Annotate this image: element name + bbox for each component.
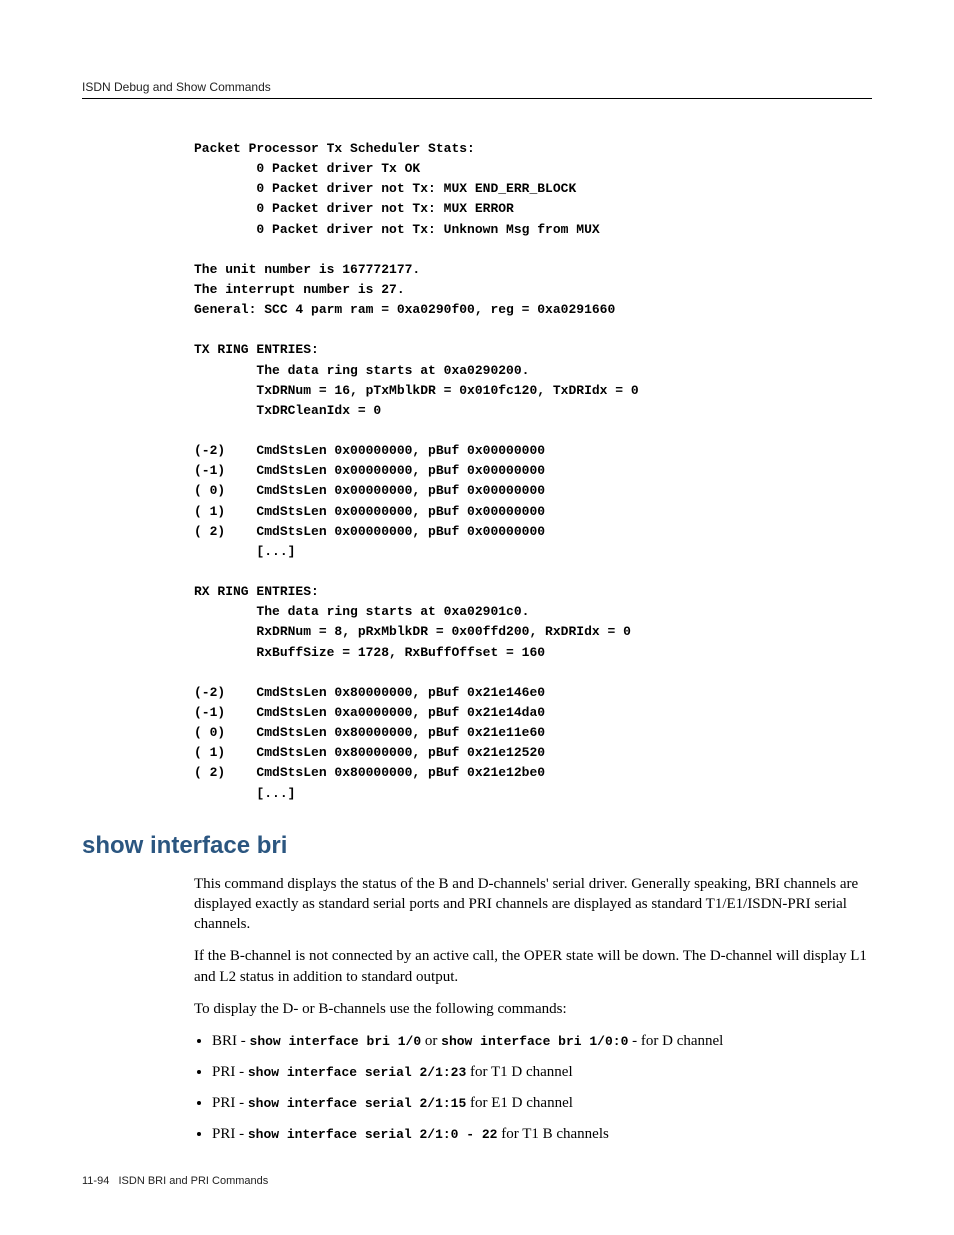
list-item: PRI - show interface serial 2/1:15 for E…	[212, 1093, 872, 1114]
list-label: PRI	[212, 1095, 235, 1111]
command-text: show interface serial 2/1:23	[248, 1065, 466, 1080]
command-text: show interface serial 2/1:0 - 22	[248, 1127, 498, 1142]
section-body: This command displays the status of the …	[194, 874, 872, 1146]
list-mid: or	[421, 1033, 441, 1049]
command-text: show interface bri 1/0	[250, 1034, 422, 1049]
list-tail: for E1 D channel	[466, 1095, 573, 1111]
command-text: show interface serial 2/1:15	[248, 1096, 466, 1111]
running-head: ISDN Debug and Show Commands	[82, 80, 872, 99]
list-sep: -	[235, 1095, 248, 1111]
list-item: BRI - show interface bri 1/0 or show int…	[212, 1031, 872, 1052]
list-tail: for T1 B channels	[497, 1126, 608, 1142]
list-label: PRI	[212, 1064, 235, 1080]
list-sep: -	[235, 1064, 248, 1080]
code-output-block: Packet Processor Tx Scheduler Stats: 0 P…	[194, 139, 872, 804]
command-text: show interface bri 1/0:0	[441, 1034, 628, 1049]
page-number: 11-94	[82, 1175, 109, 1187]
list-label: BRI	[212, 1033, 237, 1049]
paragraph: This command displays the status of the …	[194, 874, 872, 935]
paragraph: To display the D- or B-channels use the …	[194, 999, 872, 1019]
list-sep: -	[235, 1126, 248, 1142]
command-list: BRI - show interface bri 1/0 or show int…	[194, 1031, 872, 1145]
list-label: PRI	[212, 1126, 235, 1142]
footer-title: ISDN BRI and PRI Commands	[119, 1175, 269, 1187]
list-sep: -	[237, 1033, 250, 1049]
list-tail: for T1 D channel	[466, 1064, 572, 1080]
section-heading: show interface bri	[82, 832, 872, 860]
list-item: PRI - show interface serial 2/1:0 - 22 f…	[212, 1124, 872, 1145]
list-tail: - for D channel	[628, 1033, 723, 1049]
paragraph: If the B-channel is not connected by an …	[194, 946, 872, 987]
page-footer: 11-94 ISDN BRI and PRI Commands	[82, 1175, 268, 1187]
list-item: PRI - show interface serial 2/1:23 for T…	[212, 1062, 872, 1083]
page: ISDN Debug and Show Commands Packet Proc…	[0, 0, 954, 1235]
